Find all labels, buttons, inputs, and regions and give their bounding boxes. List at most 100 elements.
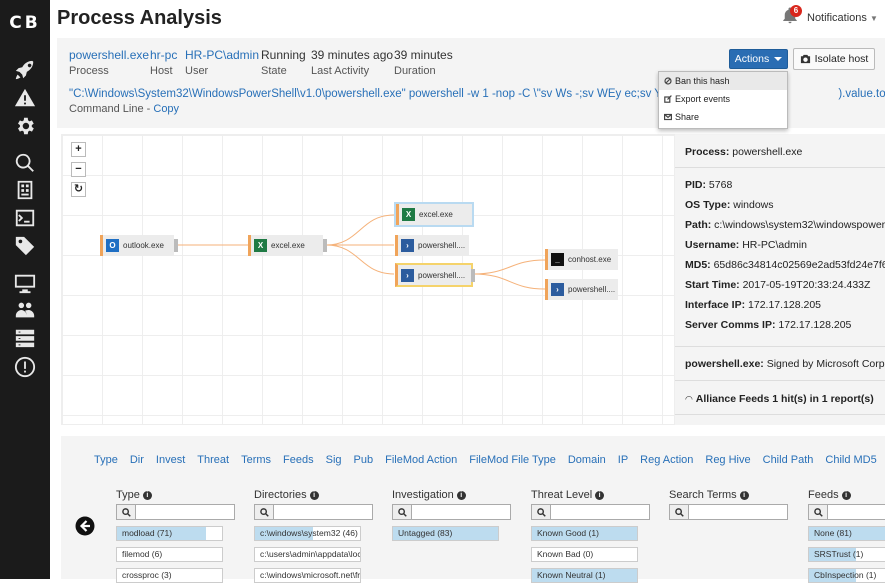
- graph-node-conhost[interactable]: _ conhost.exe: [545, 249, 618, 270]
- facet-tab-reg-hive[interactable]: Reg Hive: [705, 454, 750, 466]
- facet-column-search-terms: Search Terms i: [669, 489, 788, 520]
- server-icon[interactable]: [13, 326, 37, 350]
- rocket-icon[interactable]: [13, 58, 37, 82]
- rss-icon: ◠: [685, 394, 693, 404]
- facet-tab-feeds[interactable]: Feeds: [283, 454, 314, 466]
- facet-tab-filemod-action[interactable]: FileMod Action: [385, 454, 457, 466]
- facet-item[interactable]: crossproc (3): [116, 568, 223, 583]
- facet-tab-filemod-file-type[interactable]: FileMod File Type: [469, 454, 556, 466]
- report-icon[interactable]: [13, 178, 37, 202]
- info-icon[interactable]: i: [841, 490, 851, 500]
- reset-view-button[interactable]: ↻: [71, 182, 86, 197]
- facet-tab-reg-action[interactable]: Reg Action: [640, 454, 693, 466]
- facet-item[interactable]: Known Good (1): [531, 526, 638, 541]
- search-icon: [116, 504, 135, 520]
- facet-item-label: None (81): [814, 528, 852, 538]
- alert-icon[interactable]: [13, 355, 37, 379]
- info-icon[interactable]: i: [739, 490, 749, 500]
- facet-column-investigation: Investigation i Untagged (83): [392, 489, 511, 541]
- search-icon[interactable]: [13, 151, 37, 175]
- command-line-caption: Command Line -: [69, 103, 154, 115]
- users-icon[interactable]: [13, 298, 37, 322]
- command-line-tail: ).value.toString());po: [838, 88, 885, 100]
- menu-item-label: Ban this hash: [675, 76, 730, 86]
- facet-tab-invest[interactable]: Invest: [156, 454, 185, 466]
- facet-item[interactable]: None (81): [808, 526, 885, 541]
- facet-item[interactable]: filemod (6): [116, 547, 223, 562]
- ban-icon: [664, 77, 672, 85]
- zoom-out-button[interactable]: −: [71, 162, 86, 177]
- console-icon: _: [551, 253, 564, 266]
- notifications-menu[interactable]: Notifications ▼: [807, 12, 878, 24]
- facet-tab-child-md5[interactable]: Child MD5: [825, 454, 876, 466]
- facet-tab-ip[interactable]: IP: [618, 454, 628, 466]
- facet-search-input[interactable]: [550, 504, 650, 520]
- terminal-icon[interactable]: [13, 206, 37, 230]
- graph-node-powershell-selected[interactable]: › powershell....: [395, 263, 475, 287]
- monitor-icon[interactable]: [13, 271, 37, 295]
- facet-search: [254, 504, 373, 520]
- zoom-in-button[interactable]: +: [71, 142, 86, 157]
- facet-search-input[interactable]: [688, 504, 788, 520]
- facet-search-input[interactable]: [135, 504, 235, 520]
- actions-button[interactable]: Actions: [729, 49, 788, 69]
- facet-item[interactable]: c:\windows\system32 (46): [254, 526, 361, 541]
- node-label: outlook.exe: [123, 241, 164, 250]
- gear-icon[interactable]: [13, 114, 37, 138]
- tags-icon[interactable]: [13, 234, 37, 258]
- facet-tab-terms[interactable]: Terms: [241, 454, 271, 466]
- export-icon: [664, 95, 672, 103]
- menu-item-export-events[interactable]: Export events: [659, 90, 787, 108]
- field-value[interactable]: HR-PC\admin: [185, 48, 259, 62]
- back-arrow-icon[interactable]: [75, 516, 95, 536]
- graph-node-excel-child[interactable]: X excel.exe: [396, 204, 472, 225]
- facet-tab-type[interactable]: Type: [94, 454, 118, 466]
- warning-icon[interactable]: [13, 86, 37, 110]
- facet-search-input[interactable]: [411, 504, 511, 520]
- facet-item[interactable]: c:\windows\microsoft.net\fra: [254, 568, 361, 583]
- search-icon: [392, 504, 411, 520]
- alliance-feeds-summary[interactable]: ◠ Alliance Feeds 1 hit(s) in 1 report(s): [685, 393, 874, 405]
- info-icon[interactable]: i: [309, 490, 319, 500]
- detail-row: PID: 5768: [685, 179, 733, 191]
- powershell-icon: ›: [401, 239, 414, 252]
- field-label: Host: [150, 65, 173, 77]
- graph-node-outlook[interactable]: O outlook.exe: [100, 235, 178, 256]
- info-icon[interactable]: i: [142, 490, 152, 500]
- facet-tab-pub[interactable]: Pub: [354, 454, 374, 466]
- signature-status: powershell.exe: Signed by Microsoft Corp…: [685, 358, 885, 370]
- facet-search-input[interactable]: [273, 504, 373, 520]
- facet-tab-domain[interactable]: Domain: [568, 454, 606, 466]
- facet-item[interactable]: Untagged (83): [392, 526, 499, 541]
- facet-tab-child-path[interactable]: Child Path: [763, 454, 814, 466]
- facet-tab-dir[interactable]: Dir: [130, 454, 144, 466]
- graph-node-powershell-1[interactable]: › powershell....: [395, 235, 469, 256]
- facet-search: [116, 504, 235, 520]
- menu-item-share[interactable]: Share: [659, 108, 787, 126]
- facet-item[interactable]: c:\users\admin\appdata\loc: [254, 547, 361, 562]
- menu-item-ban-hash[interactable]: Ban this hash: [659, 72, 787, 90]
- node-label: excel.exe: [271, 241, 305, 250]
- process-field-host: hr-pc Host: [150, 48, 177, 77]
- search-icon: [669, 504, 688, 520]
- copy-link[interactable]: Copy: [153, 103, 179, 115]
- search-icon: [531, 504, 550, 520]
- info-icon[interactable]: i: [456, 490, 466, 500]
- facet-item[interactable]: Known Neutral (1): [531, 568, 638, 583]
- field-value[interactable]: powershell.exe: [69, 48, 149, 62]
- graph-node-excel-parent[interactable]: X excel.exe: [248, 235, 327, 256]
- field-value[interactable]: hr-pc: [150, 48, 177, 62]
- notifications-label: Notifications: [807, 12, 867, 24]
- facet-search-input[interactable]: [827, 504, 885, 520]
- isolate-host-button[interactable]: Isolate host: [793, 48, 875, 70]
- graph-node-powershell-2[interactable]: › powershell....: [545, 279, 618, 300]
- facet-tab-threat[interactable]: Threat: [197, 454, 229, 466]
- info-icon[interactable]: i: [595, 490, 605, 500]
- facet-item[interactable]: modload (71): [116, 526, 223, 541]
- facet-tab-sig[interactable]: Sig: [326, 454, 342, 466]
- facet-item[interactable]: CbInspection (1): [808, 568, 885, 583]
- field-label: User: [185, 65, 209, 77]
- logo[interactable]: CB: [0, 0, 50, 46]
- facet-item[interactable]: Known Bad (0): [531, 547, 638, 562]
- facet-item[interactable]: SRSTrust (1): [808, 547, 885, 562]
